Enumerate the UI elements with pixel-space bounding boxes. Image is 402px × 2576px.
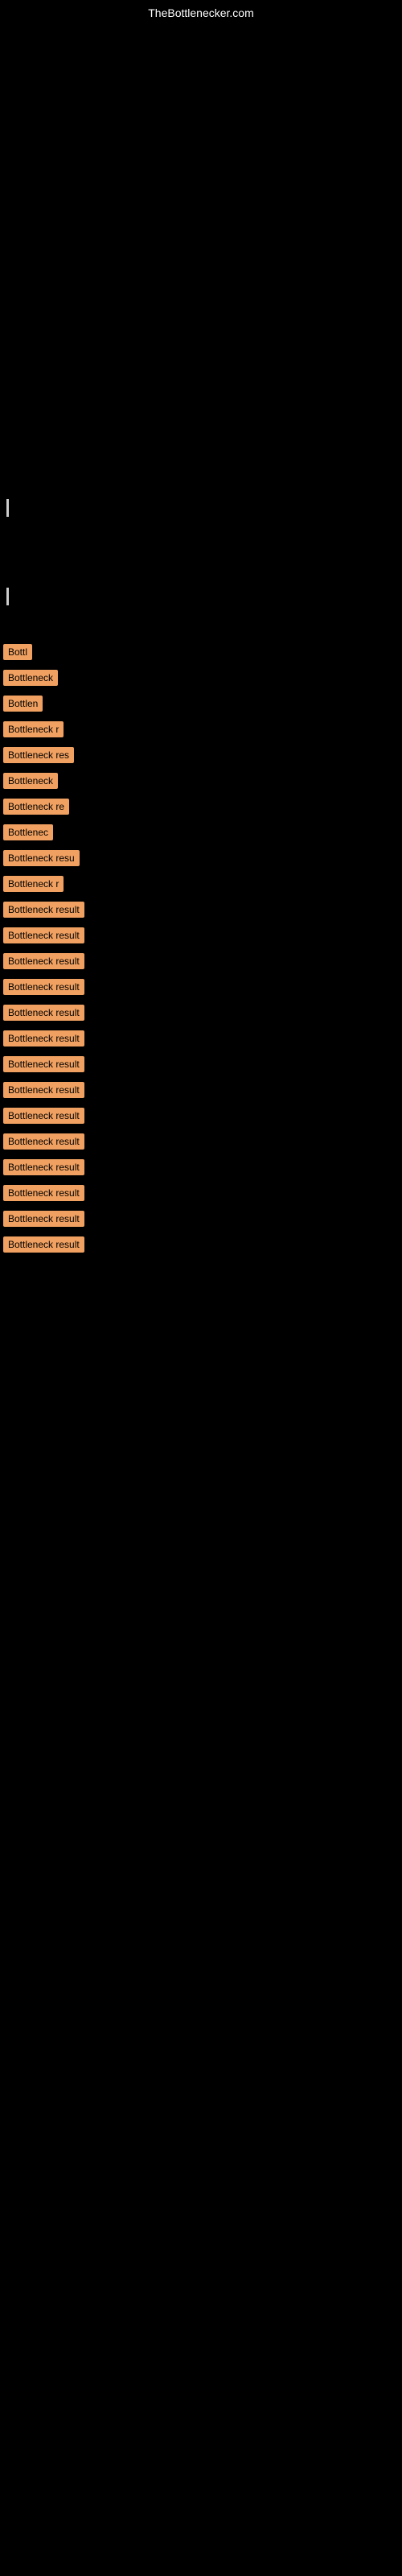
bottleneck-badge[interactable]: Bottleneck resu — [3, 850, 80, 866]
bottleneck-badge[interactable]: Bottleneck r — [3, 876, 64, 892]
bottleneck-badge[interactable]: Bottleneck result — [3, 927, 84, 943]
bottleneck-item: Bottleneck r — [0, 876, 402, 892]
cursor-line-1 — [6, 499, 9, 517]
bottleneck-item: Bottleneck result — [0, 1185, 402, 1201]
bottleneck-item: Bottlen — [0, 696, 402, 712]
cursor-line-2 — [6, 588, 9, 605]
bottleneck-badge[interactable]: Bottleneck — [3, 670, 58, 686]
bottleneck-badge[interactable]: Bottlenec — [3, 824, 53, 840]
bottleneck-badge[interactable]: Bottleneck — [3, 773, 58, 789]
bottleneck-badge[interactable]: Bottleneck result — [3, 1236, 84, 1253]
bottleneck-badge[interactable]: Bottleneck result — [3, 1030, 84, 1046]
bottleneck-badge[interactable]: Bottleneck re — [3, 799, 69, 815]
bottleneck-badge[interactable]: Bottleneck result — [3, 1211, 84, 1227]
bottleneck-badge[interactable]: Bottleneck result — [3, 979, 84, 995]
bottleneck-item: Bottleneck result — [0, 1211, 402, 1227]
bottleneck-list: Bottl Bottleneck Bottlen Bottleneck r Bottle… — [0, 644, 402, 1262]
bottleneck-item: Bottleneck result — [0, 1236, 402, 1253]
bottleneck-item: Bottl — [0, 644, 402, 660]
bottleneck-badge[interactable]: Bottleneck result — [3, 1185, 84, 1201]
bottleneck-badge[interactable]: Bottlen — [3, 696, 43, 712]
bottleneck-badge[interactable]: Bottleneck result — [3, 1056, 84, 1072]
bottleneck-item: Bottleneck result — [0, 1133, 402, 1150]
bottleneck-badge[interactable]: Bottleneck result — [3, 1108, 84, 1124]
bottleneck-badge[interactable]: Bottleneck res — [3, 747, 74, 763]
bottleneck-item: Bottleneck result — [0, 979, 402, 995]
bottleneck-item: Bottleneck result — [0, 1005, 402, 1021]
bottleneck-item: Bottleneck result — [0, 1030, 402, 1046]
bottleneck-badge[interactable]: Bottleneck result — [3, 1159, 84, 1175]
bottleneck-item: Bottleneck result — [0, 953, 402, 969]
bottleneck-badge[interactable]: Bottleneck result — [3, 902, 84, 918]
bottleneck-badge[interactable]: Bottleneck result — [3, 953, 84, 969]
bottleneck-item: Bottleneck result — [0, 927, 402, 943]
bottleneck-item: Bottleneck result — [0, 1159, 402, 1175]
site-title: TheBottlenecker.com — [148, 6, 254, 19]
bottleneck-item: Bottleneck — [0, 670, 402, 686]
bottleneck-item: Bottleneck result — [0, 1056, 402, 1072]
bottleneck-item: Bottleneck res — [0, 747, 402, 763]
bottleneck-badge[interactable]: Bottleneck r — [3, 721, 64, 737]
bottleneck-badge[interactable]: Bottleneck result — [3, 1133, 84, 1150]
bottleneck-item: Bottleneck result — [0, 1108, 402, 1124]
bottleneck-item: Bottleneck result — [0, 902, 402, 918]
bottleneck-item: Bottleneck resu — [0, 850, 402, 866]
bottleneck-item: Bottleneck r — [0, 721, 402, 737]
bottleneck-badge[interactable]: Bottleneck result — [3, 1082, 84, 1098]
bottleneck-item: Bottleneck — [0, 773, 402, 789]
bottleneck-badge[interactable]: Bottl — [3, 644, 32, 660]
bottleneck-item: Bottleneck result — [0, 1082, 402, 1098]
bottleneck-item: Bottlenec — [0, 824, 402, 840]
bottleneck-badge[interactable]: Bottleneck result — [3, 1005, 84, 1021]
bottleneck-item: Bottleneck re — [0, 799, 402, 815]
